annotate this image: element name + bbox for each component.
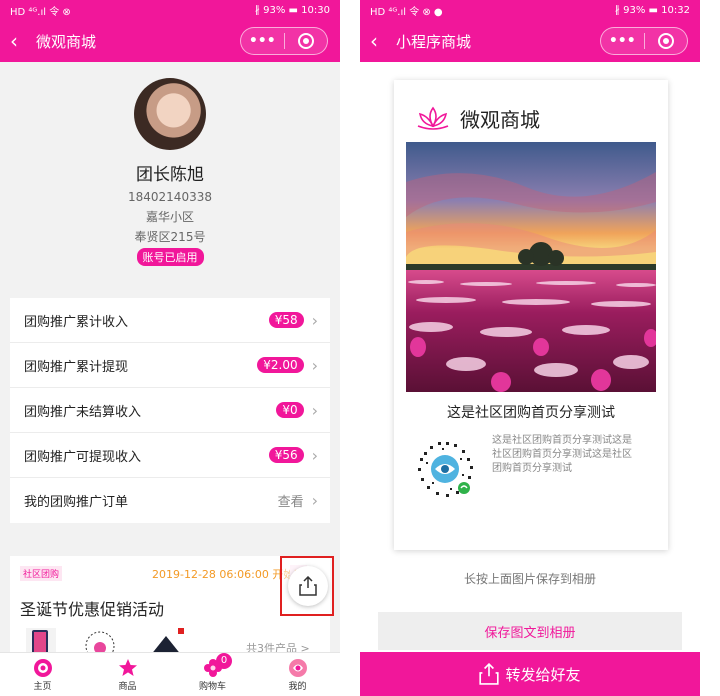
- home-icon: [33, 659, 52, 677]
- left-screen: HD ⁴ᴳ.ıl 令 ⊗ ∦ 93% ▬ 10:30 ‹ 微观商城 ••• 团长…: [0, 0, 340, 696]
- cart-count-badge: 0: [216, 653, 232, 669]
- more-menu-button[interactable]: •••: [241, 33, 284, 49]
- chevron-right-icon: ›: [311, 445, 318, 465]
- poster-description: 这是社区团购首页分享测试这是社区团购首页分享测试这是社区团购首页分享测试: [492, 435, 632, 474]
- target-icon: [657, 33, 674, 49]
- status-bar: HD ⁴ᴳ.ıl 令 ⊗ ∦ 93% ▬ 10:30: [0, 0, 340, 20]
- share-poster[interactable]: 微观商城 这是社区团购首页分享测试 这是社区团购首页分享测试这是社区团购首页分享…: [394, 80, 668, 550]
- page-title: 小程序商城: [396, 32, 472, 51]
- view-link[interactable]: 查看: [278, 491, 304, 510]
- chevron-right-icon: ›: [311, 400, 318, 420]
- back-icon[interactable]: ‹: [10, 31, 32, 51]
- share-button-highlight[interactable]: [280, 556, 334, 616]
- share-icon: [479, 663, 500, 685]
- nav-bar: ‹ 微观商城 •••: [0, 20, 340, 62]
- row-total-income[interactable]: 团购推广累计收入 ¥58 ›: [10, 298, 330, 343]
- right-screen: HD ⁴ᴳ.ıl 令 ⊗ ● ∦ 93% ▬ 10:32 ‹ 小程序商城 •••…: [360, 0, 700, 696]
- row-my-orders[interactable]: 我的团购推广订单 查看 ›: [10, 478, 330, 523]
- amount-badge: ¥56: [268, 447, 304, 463]
- more-menu-button[interactable]: •••: [601, 33, 644, 49]
- mini-program-code[interactable]: [412, 436, 478, 502]
- tab-label: 我的: [288, 682, 307, 692]
- row-label: 团购推广累计提现: [24, 359, 129, 375]
- phone-number: 18402140338: [128, 190, 212, 204]
- lotus-logo-icon: [417, 106, 449, 130]
- bluetooth-icon: ∦: [254, 4, 264, 16]
- tab-bar: 主页 商品 0 购物车 我的: [0, 652, 340, 696]
- amount-badge: ¥58: [268, 312, 304, 328]
- nav-bar: ‹ 小程序商城 •••: [360, 20, 700, 62]
- poster-brand: 微观商城: [460, 108, 540, 132]
- tab-mine[interactable]: 我的: [255, 653, 340, 696]
- status-bar: HD ⁴ᴳ.ıl 令 ⊗ ● ∦ 93% ▬ 10:32: [360, 0, 700, 20]
- mini-program-capsule: •••: [600, 27, 688, 55]
- row-label: 团购推广可提现收入: [24, 449, 142, 465]
- row-unsettled-income[interactable]: 团购推广未结算收入 ¥0 ›: [10, 388, 330, 433]
- district-address: 奉贤区215号: [134, 230, 206, 244]
- chevron-right-icon: ›: [311, 310, 318, 330]
- tab-home[interactable]: 主页: [0, 653, 85, 696]
- amount-badge: ¥2.00: [257, 357, 304, 373]
- tulip-field-photo: [406, 142, 656, 392]
- share-button[interactable]: [288, 566, 328, 606]
- forward-label: 转发给好友: [505, 665, 581, 684]
- account-status-badge: 账号已启用: [136, 248, 204, 266]
- poster-caption: 这是社区团购首页分享测试: [447, 405, 615, 421]
- row-label: 我的团购推广订单: [24, 495, 129, 510]
- target-icon: [297, 33, 314, 49]
- row-withdrawable-income[interactable]: 团购推广可提现收入 ¥56 ›: [10, 433, 330, 478]
- battery-level: 93%: [623, 4, 646, 16]
- status-icons: HD ⁴ᴳ.ıl 令 ⊗: [10, 6, 71, 18]
- save-to-album-button[interactable]: 保存图文到相册: [378, 612, 682, 650]
- leader-name: 团长陈旭: [136, 165, 204, 185]
- back-icon[interactable]: ‹: [370, 31, 392, 51]
- star-icon: [118, 659, 137, 676]
- close-mini-program-button[interactable]: [285, 33, 328, 49]
- chevron-right-icon: ›: [311, 355, 318, 375]
- battery-level: 93%: [263, 4, 286, 16]
- activity-start-date: 2019-12-28 06:06:00 开始: [152, 568, 295, 581]
- activity-tag: 社区团购: [20, 566, 63, 581]
- battery-icon: ▬: [648, 4, 662, 16]
- earnings-list: 团购推广累计收入 ¥58 › 团购推广累计提现 ¥2.00 › 团购推广未结算收…: [10, 298, 330, 523]
- chevron-right-icon: ›: [311, 491, 318, 510]
- tab-label: 商品: [118, 682, 137, 692]
- community-name: 嘉华小区: [145, 210, 194, 224]
- tab-label: 主页: [33, 682, 52, 692]
- page-title: 微观商城: [36, 32, 97, 51]
- row-label: 团购推广未结算收入: [24, 404, 142, 420]
- bluetooth-icon: ∦: [614, 4, 624, 16]
- tab-label: 购物车: [198, 682, 226, 692]
- status-icons: HD ⁴ᴳ.ıl 令 ⊗ ●: [370, 6, 443, 18]
- tab-products[interactable]: 商品: [85, 653, 170, 696]
- clock: 10:30: [301, 4, 330, 16]
- amount-badge: ¥0: [276, 402, 304, 418]
- clock: 10:32: [661, 4, 690, 16]
- avatar[interactable]: [134, 78, 206, 150]
- mini-program-capsule: •••: [240, 27, 328, 55]
- row-label: 团购推广累计收入: [24, 314, 129, 330]
- activity-title: 圣诞节优惠促销活动: [20, 600, 165, 619]
- forward-to-friend-button[interactable]: 转发给好友: [360, 652, 700, 696]
- rose-icon: [288, 659, 307, 677]
- battery-icon: ▬: [288, 4, 302, 16]
- row-total-withdrawn[interactable]: 团购推广累计提现 ¥2.00 ›: [10, 343, 330, 388]
- close-mini-program-button[interactable]: [645, 33, 688, 49]
- share-icon: [299, 576, 317, 596]
- profile-section: 团长陈旭 18402140338 嘉华小区 奉贤区215号 账号已启用: [0, 62, 340, 284]
- save-hint: 长按上面图片保存到相册: [463, 572, 596, 586]
- tab-cart[interactable]: 0 购物车: [170, 653, 255, 696]
